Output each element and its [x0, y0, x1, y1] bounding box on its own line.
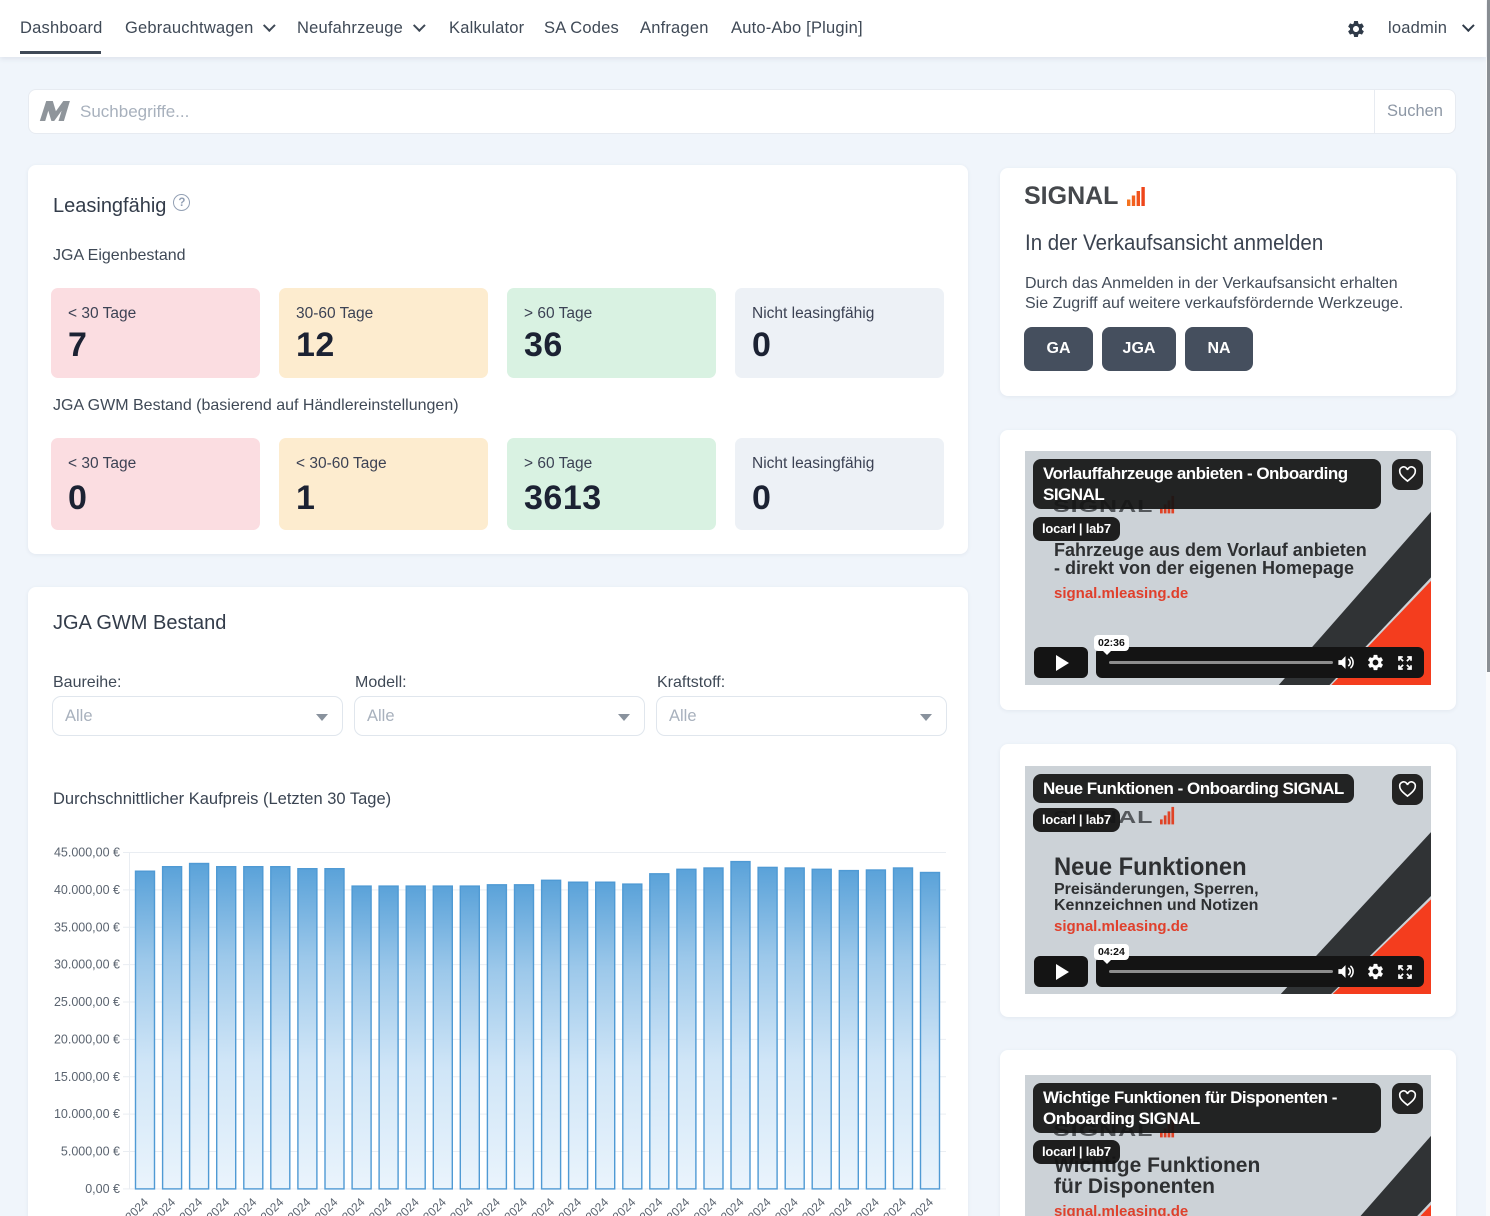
svg-text:35.000,00 €: 35.000,00 €	[54, 920, 120, 934]
svg-text:10.000,00 €: 10.000,00 €	[54, 1107, 120, 1121]
svg-text:SIGNAL: SIGNAL	[1025, 185, 1118, 207]
svg-text:40.000,00 €: 40.000,00 €	[54, 883, 120, 897]
svg-text:15.000,00 €: 15.000,00 €	[54, 1070, 120, 1084]
svg-text:30.000,00 €: 30.000,00 €	[54, 958, 120, 972]
svg-text:20.000,00 €: 20.000,00 €	[54, 1032, 120, 1046]
svg-text:45.000,00 €: 45.000,00 €	[54, 846, 120, 860]
svg-text:25.000,00 €: 25.000,00 €	[54, 995, 120, 1009]
svg-text:0,00 €: 0,00 €	[85, 1182, 120, 1196]
svg-text:13.11.2024: 13.11.2024	[99, 1195, 151, 1216]
svg-text:5.000,00 €: 5.000,00 €	[61, 1145, 120, 1159]
